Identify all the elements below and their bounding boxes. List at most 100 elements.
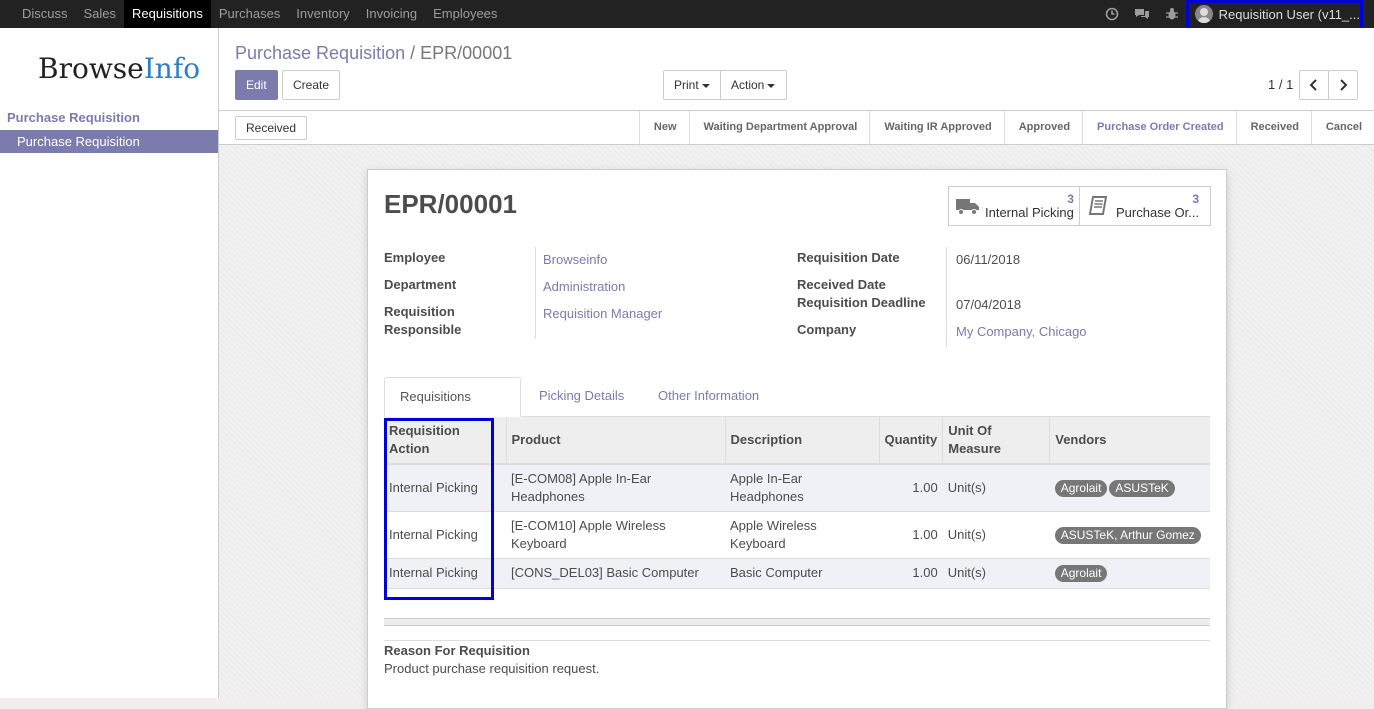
cell-product: [E-COM08] Apple In-Ear Headphones <box>506 464 725 512</box>
cell-vendors: ASUSTeK, Arthur Gomez <box>1049 511 1210 559</box>
print-dropdown[interactable]: Print <box>663 70 721 100</box>
breadcrumb: Purchase Requisition / EPR/00001 <box>235 43 512 64</box>
col-unit-of-measure[interactable]: Unit Of Measure <box>942 417 1050 465</box>
deadline-label: Requisition Deadline <box>797 295 926 310</box>
edit-button[interactable]: Edit <box>235 70 278 100</box>
action-dropdown[interactable]: Action <box>720 70 787 100</box>
reason-value[interactable]: Product purchase requisition request. <box>384 660 599 678</box>
product-line1: [E-COM10] Apple Wireless <box>511 517 666 533</box>
logo-part-1: Browse <box>38 52 144 85</box>
stage-cancel[interactable]: Cancel <box>1310 111 1374 144</box>
menu-sales[interactable]: Sales <box>76 0 125 28</box>
table-row[interactable]: Internal Picking [E-COM08] Apple In-Ear H… <box>384 464 1210 512</box>
stage-new[interactable]: New <box>638 111 689 144</box>
cell-quantity: 1.00 <box>879 558 943 589</box>
sidebar-item-purchase-requisition[interactable]: Purchase Requisition <box>0 130 218 153</box>
menu-requisitions[interactable]: Requisitions <box>124 0 211 28</box>
table-row[interactable]: Internal Picking [CONS_DEL03] Basic Comp… <box>384 558 1210 589</box>
menu-inventory[interactable]: Inventory <box>288 0 357 28</box>
tab-requisitions-lines[interactable]: Requisitions Lines <box>384 377 521 442</box>
breadcrumb-parent[interactable]: Purchase Requisition <box>235 43 405 63</box>
cell-uom: Unit(s) <box>942 558 1050 589</box>
table-row[interactable]: Internal Picking [E-COM10] Apple Wireles… <box>384 511 1210 559</box>
product-line2: Headphones <box>511 488 585 504</box>
pager-value[interactable]: 1 / 1 <box>1268 77 1293 92</box>
col-product[interactable]: Product <box>505 417 725 465</box>
purchase-order-smart-button[interactable]: 3 Purchase Or... <box>1079 186 1211 226</box>
col-action-line2: Action <box>389 441 430 456</box>
col-uom-line1: Unit Of <box>948 423 992 438</box>
desc-line1: Apple In-Ear <box>730 470 803 486</box>
pager-next-button[interactable] <box>1328 70 1358 100</box>
clock-icon[interactable] <box>1097 0 1127 28</box>
table-header-row: Requisition Action Product Description Qu… <box>384 417 1210 465</box>
bug-icon[interactable] <box>1157 0 1187 28</box>
breadcrumb-current: EPR/00001 <box>420 43 513 63</box>
top-navbar: Discuss Sales Requisitions Purchases Inv… <box>0 0 1374 28</box>
form-background: EPR/00001 3 Internal Picking 3 Purchase Or… <box>219 145 1374 709</box>
internal-picking-count: 3 <box>1067 192 1074 206</box>
tab-other-information[interactable]: Other Information <box>643 377 774 417</box>
status-bar: Received New Waiting Department Approval… <box>219 111 1374 145</box>
menu-discuss[interactable]: Discuss <box>14 0 76 28</box>
employee-value[interactable]: Browseinfo <box>543 251 607 269</box>
stage-approved[interactable]: Approved <box>1003 111 1082 144</box>
systray: Requisition User (v11_... <box>1097 0 1374 28</box>
cell-product: [E-COM10] Apple Wireless Keyboard <box>506 511 725 559</box>
stage-purchase-order-created[interactable]: Purchase Order Created <box>1082 111 1236 144</box>
cell-description: Apple In-Ear Headphones <box>725 464 879 512</box>
pager-previous-button[interactable] <box>1299 70 1329 100</box>
desc-line2: Headphones <box>730 488 804 504</box>
col-requisition-action[interactable]: Requisition Action <box>384 417 506 465</box>
cell-vendors: Agrolait ASUSTeK <box>1049 464 1210 512</box>
cell-quantity: 1.00 <box>879 464 943 512</box>
create-button[interactable]: Create <box>282 70 340 100</box>
menu-purchases[interactable]: Purchases <box>211 0 288 28</box>
vendor-tag: ASUSTeK, Arthur Gomez <box>1054 526 1201 544</box>
menu-invoicing[interactable]: Invoicing <box>358 0 425 28</box>
action-label: Action <box>731 78 765 92</box>
stage-waiting-department-approval[interactable]: Waiting Department Approval <box>688 111 870 144</box>
stage-received[interactable]: Received <box>1235 111 1311 144</box>
deadline-value[interactable]: 07/04/2018 <box>956 296 1021 314</box>
tab-picking-details[interactable]: Picking Details <box>524 377 639 417</box>
col-action-line1: Requisition <box>389 423 460 438</box>
caret-down-icon <box>701 83 710 88</box>
col-description[interactable]: Description <box>724 417 879 465</box>
cell-product: [CONS_DEL03] Basic Computer <box>506 558 725 589</box>
company-value[interactable]: My Company, Chicago <box>956 323 1087 341</box>
truck-icon <box>956 199 979 215</box>
internal-picking-label: Internal Picking <box>985 205 1074 220</box>
user-menu[interactable]: Requisition User (v11_... <box>1187 0 1374 28</box>
employee-label: Employee <box>384 250 446 265</box>
form-sheet: EPR/00001 3 Internal Picking 3 Purchase Or… <box>367 169 1227 709</box>
department-value[interactable]: Administration <box>543 278 625 296</box>
cell-action: Internal Picking <box>384 558 506 589</box>
sidebar: BrowseInfo Purchase Requisition Purchase… <box>0 28 219 698</box>
product-line2: Keyboard <box>511 535 567 551</box>
menu-employees[interactable]: Employees <box>425 0 505 28</box>
left-field-divider <box>535 247 536 339</box>
responsible-value[interactable]: Requisition Manager <box>543 305 662 323</box>
responsible-label-line2: Responsible <box>384 322 462 337</box>
sidebar-section-title[interactable]: Purchase Requisition <box>7 110 140 125</box>
chat-icon[interactable] <box>1127 0 1157 28</box>
requisition-date-value[interactable]: 06/11/2018 <box>956 251 1020 269</box>
control-panel: Purchase Requisition / EPR/00001 Edit Cr… <box>219 28 1374 111</box>
avatar <box>1194 5 1213 23</box>
department-label: Department <box>384 277 457 292</box>
desc-line1: Apple Wireless <box>730 517 817 533</box>
col-vendors[interactable]: Vendors <box>1049 417 1210 465</box>
received-button[interactable]: Received <box>235 116 307 140</box>
received-date-label: Received Date <box>797 277 886 292</box>
chevron-right-icon <box>1340 79 1348 91</box>
cell-action: Internal Picking <box>384 464 506 512</box>
purchase-order-label: Purchase Or... <box>1116 205 1200 220</box>
vendor-tag: Agrolait <box>1054 479 1108 497</box>
internal-picking-smart-button[interactable]: 3 Internal Picking <box>948 186 1080 226</box>
col-quantity[interactable]: Quantity <box>878 417 943 465</box>
purchase-order-count: 3 <box>1192 192 1200 206</box>
logo-part-2: Info <box>143 52 201 85</box>
book-icon <box>1088 196 1108 215</box>
stage-waiting-ir-approved[interactable]: Waiting IR Approved <box>869 111 1003 144</box>
